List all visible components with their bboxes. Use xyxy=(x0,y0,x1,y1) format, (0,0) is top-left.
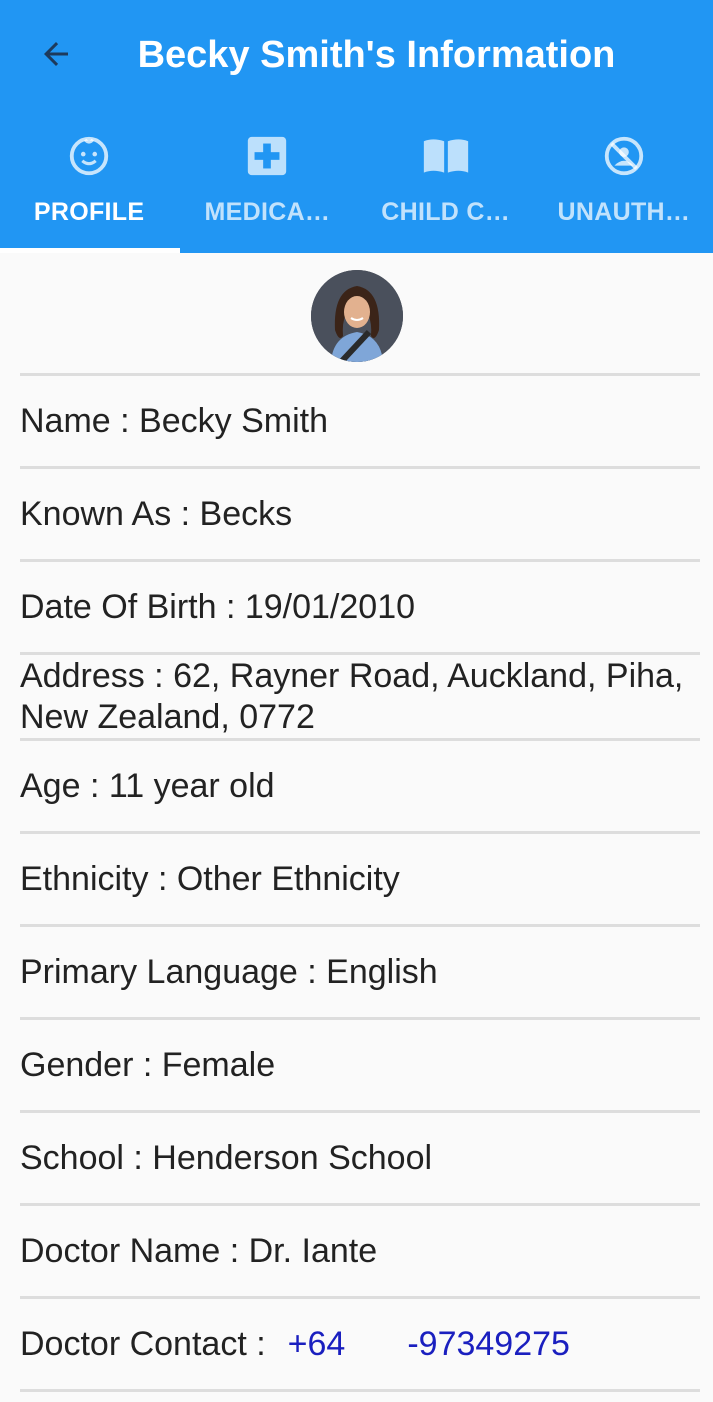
doctor-name-row: Doctor Name : Dr. Iante xyxy=(20,1206,700,1296)
ethnicity-text: Ethnicity : Other Ethnicity xyxy=(20,859,400,898)
ethnicity-row: Ethnicity : Other Ethnicity xyxy=(20,834,700,924)
no-person-icon xyxy=(600,132,648,180)
tab-profile[interactable]: PROFILE xyxy=(0,118,181,253)
language-row: Primary Language : English xyxy=(20,927,700,1017)
tab-medical[interactable]: MEDICA… xyxy=(178,118,356,253)
book-icon xyxy=(422,132,470,180)
child-face-icon xyxy=(65,132,113,180)
dob-text: Date Of Birth : 19/01/2010 xyxy=(20,587,416,626)
gender-row: Gender : Female xyxy=(20,1020,700,1110)
tab-unauthorized[interactable]: UNAUTH… xyxy=(535,118,713,253)
tab-label: PROFILE xyxy=(33,198,145,226)
page-title: Becky Smith's Information xyxy=(137,34,616,76)
doctor-contact-row: Doctor Contact : +64 -97349275 xyxy=(20,1299,700,1389)
profile-content: Name : Becky Smith Known As : Becks Date… xyxy=(0,253,713,1392)
app-bar: Becky Smith's Information PROFILE MEDICA… xyxy=(0,0,713,253)
avatar xyxy=(310,270,403,362)
age-text: Age : 11 year old xyxy=(20,766,275,805)
tab-label: UNAUTH… xyxy=(557,198,691,226)
known-as-text: Known As : Becks xyxy=(20,494,293,533)
age-row: Age : 11 year old xyxy=(20,741,700,831)
address-row: Address : 62, Rayner Road, Auckland, Pih… xyxy=(20,655,700,738)
doctor-contact-code-link[interactable]: +64 xyxy=(288,1324,346,1365)
medical-cross-icon xyxy=(243,132,291,180)
address-line-1: Address : 62, Rayner Road, Auckland, Pih… xyxy=(20,656,684,695)
tab-bar: PROFILE MEDICA… CHILD C… UNAUTH… xyxy=(0,118,713,253)
tab-child-care[interactable]: CHILD C… xyxy=(357,118,535,253)
avatar-container xyxy=(0,253,713,373)
doctor-contact-number-link[interactable]: -97349275 xyxy=(407,1324,570,1365)
school-text: School : Henderson School xyxy=(20,1138,433,1177)
name-text: Name : Becky Smith xyxy=(20,401,328,440)
dob-row: Date Of Birth : 19/01/2010 xyxy=(20,562,700,652)
doctor-name-text: Doctor Name : Dr. Iante xyxy=(20,1231,378,1270)
tab-label: MEDICA… xyxy=(204,198,331,226)
tab-label: CHILD C… xyxy=(381,198,511,226)
known-as-row: Known As : Becks xyxy=(20,469,700,559)
divider xyxy=(20,1389,700,1392)
address-line-2: New Zealand, 0772 xyxy=(20,697,315,736)
gender-text: Gender : Female xyxy=(20,1045,276,1084)
doctor-contact-label: Doctor Contact : xyxy=(20,1324,266,1363)
school-row: School : Henderson School xyxy=(20,1113,700,1203)
name-row: Name : Becky Smith xyxy=(20,376,700,466)
language-text: Primary Language : English xyxy=(20,952,438,991)
